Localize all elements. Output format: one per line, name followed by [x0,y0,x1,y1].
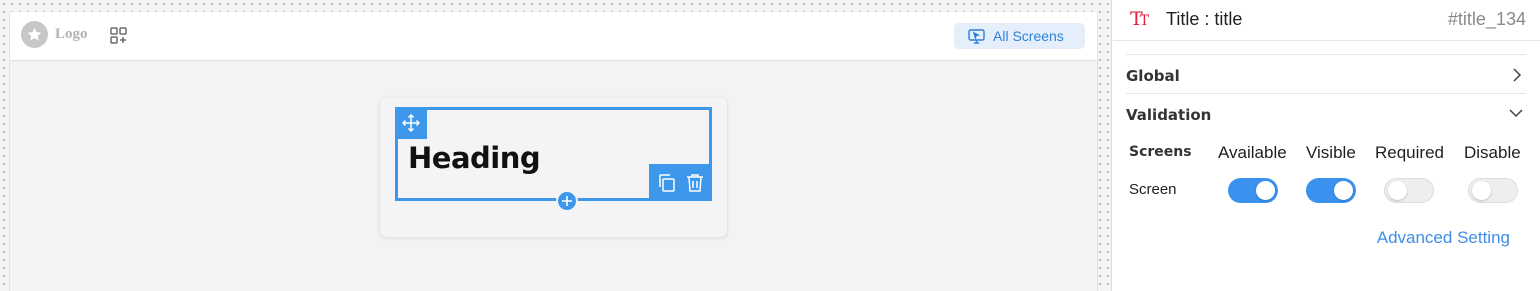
screen-topbar: Logo All Screens [10,12,1097,61]
element-id: #title_134 [1447,9,1526,29]
panel-title: Title : title [1166,9,1243,29]
toggle-knob [1472,181,1491,200]
section-validation[interactable]: Validation [1126,94,1526,134]
apps-add-icon[interactable] [109,26,129,46]
logo: Logo [21,21,88,48]
text-type-icon: TT [1130,8,1149,30]
all-screens-button[interactable]: All Screens [954,23,1085,49]
column-header-required: Required [1375,143,1444,162]
selected-heading-element[interactable]: Heading [395,107,712,212]
screen-frame: Logo All Screens Heading [9,12,1098,291]
column-header-screens: Screens [1129,144,1192,160]
chevron-right-icon [1513,68,1522,82]
section-validation-label: Validation [1126,106,1212,124]
visible-toggle[interactable] [1306,178,1356,203]
heading-text[interactable]: Heading [408,141,541,175]
disable-toggle[interactable] [1468,178,1518,203]
element-action-bar [649,164,712,201]
toggle-knob [1388,181,1407,200]
panel-header: TT Title : title #title_134 [1113,0,1540,41]
section-global[interactable]: Global [1126,54,1526,94]
toggle-knob [1334,181,1353,200]
toggle-knob [1256,181,1275,200]
monitor-cursor-icon [968,28,985,44]
available-toggle[interactable] [1228,178,1278,203]
all-screens-label: All Screens [993,28,1064,44]
copy-icon[interactable] [657,173,677,193]
properties-panel: TT Title : title #title_134 Global Valid… [1113,0,1540,291]
screen-row-label: Screen [1129,181,1177,198]
advanced-setting-link[interactable]: Advanced Setting [1377,228,1510,248]
logo-text: Logo [55,26,88,42]
design-canvas[interactable]: Logo All Screens Heading [0,0,1112,291]
move-icon[interactable] [395,107,427,139]
required-toggle[interactable] [1384,178,1434,203]
chevron-down-icon [1509,109,1523,118]
star-icon [21,21,48,48]
column-header-visible: Visible [1306,143,1356,162]
section-global-label: Global [1126,67,1180,85]
column-header-available: Available [1218,143,1287,162]
trash-icon[interactable] [686,173,704,193]
component-card: Heading [380,98,727,237]
plus-icon[interactable] [556,190,578,212]
column-header-disable: Disable [1464,143,1521,162]
